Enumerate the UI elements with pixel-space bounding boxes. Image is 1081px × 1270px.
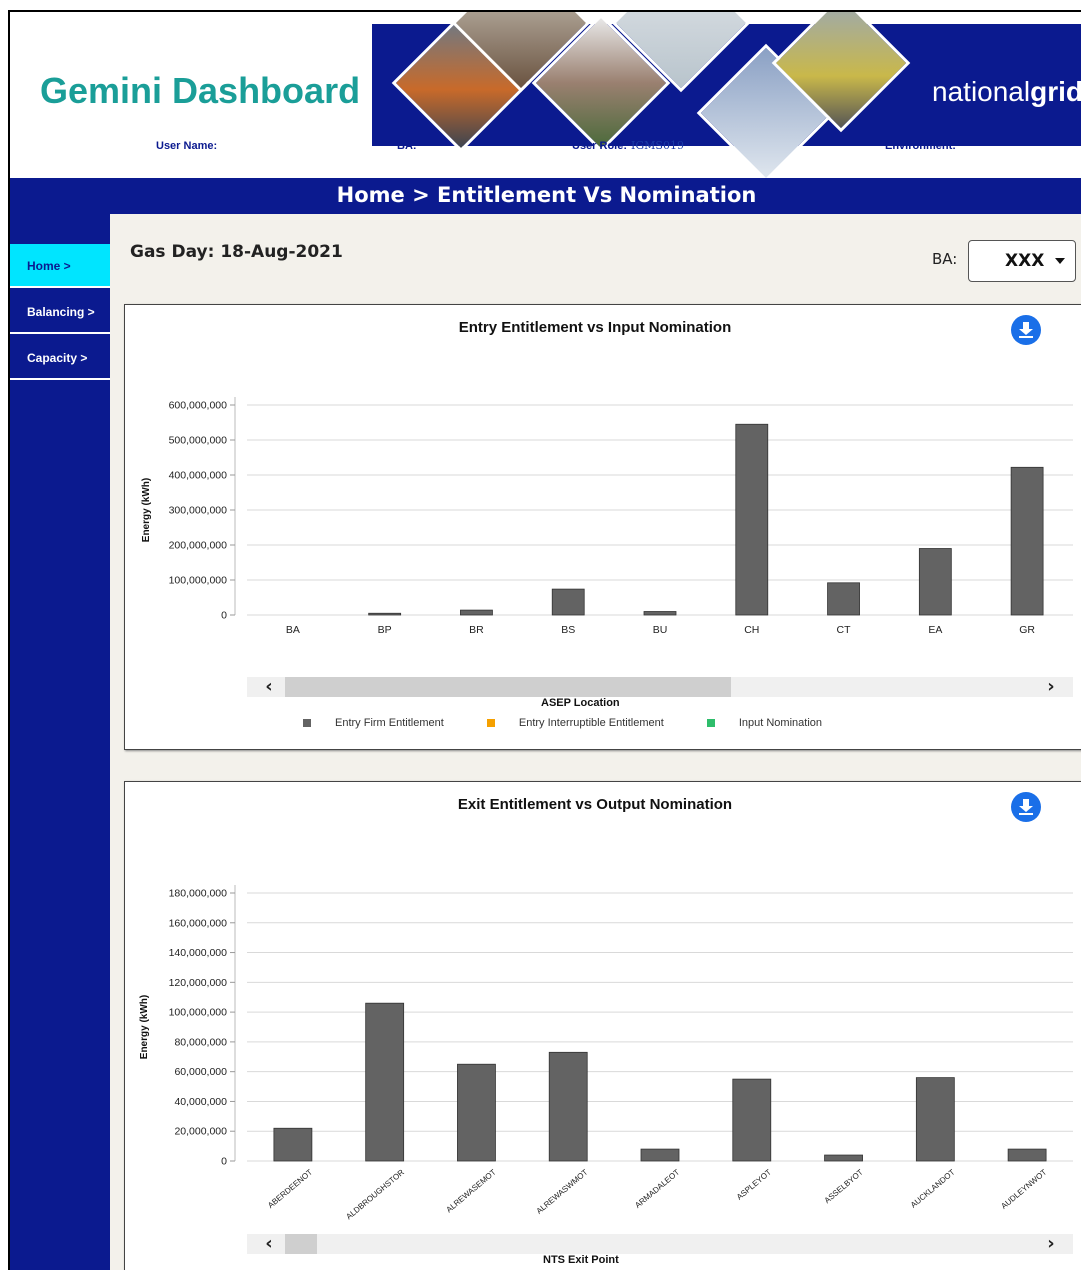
- bar: [548, 1051, 588, 1162]
- y-tick-label: 300,000,000: [169, 505, 228, 517]
- entry-chart-panel: Entry Entitlement vs Input Nomination 01…: [124, 304, 1081, 750]
- bar: [918, 548, 952, 616]
- y-tick-label: 180,000,000: [169, 888, 228, 900]
- bar: [643, 611, 677, 616]
- app-window: Gemini Dashboard nationalgrid User Name:…: [8, 10, 1081, 1270]
- scrollbar-thumb[interactable]: [285, 677, 731, 697]
- chevron-down-icon: [1055, 258, 1065, 264]
- user-name-info: User Name:: [156, 140, 218, 152]
- x-tick-label: ASPLEYOT: [735, 1168, 773, 1202]
- x-tick-label: BP: [378, 624, 392, 636]
- x-tick-label: EA: [928, 624, 942, 636]
- y-axis-title: Energy (kWh): [139, 995, 150, 1059]
- bar: [1010, 466, 1044, 616]
- entry-chart: 0 100,000,000 200,000,000 300,000,000 400,00…: [141, 397, 1073, 636]
- y-tick-label: 80,000,000: [174, 1036, 227, 1048]
- x-tick-label: CH: [744, 624, 759, 636]
- ba-dropdown[interactable]: XXX: [968, 240, 1076, 282]
- chart-legend: Entry Firm Entitlement Entry Interruptib…: [303, 717, 862, 729]
- bar: [365, 1002, 405, 1162]
- legend-swatch: [706, 719, 715, 728]
- x-tick-label: BS: [561, 624, 575, 636]
- x-axis-title: ASEP Location: [541, 697, 620, 709]
- sidebar-item-home[interactable]: Home >: [10, 244, 110, 288]
- x-tick-label: ARMADALEOT: [633, 1168, 681, 1210]
- x-tick-label: ASSELBYOT: [823, 1168, 865, 1206]
- legend-swatch: [486, 719, 495, 728]
- x-tick-label: ALDBROUGHSTOR: [344, 1168, 406, 1222]
- legend-item[interactable]: Input Nomination: [706, 717, 822, 729]
- y-tick-label: 100,000,000: [169, 575, 228, 587]
- y-tick-label: 600,000,000: [169, 400, 228, 412]
- scroll-left-icon[interactable]: ‹: [259, 1234, 279, 1254]
- y-tick-label: 140,000,000: [169, 947, 228, 959]
- sidebar-item-capacity[interactable]: Capacity >: [10, 336, 110, 380]
- bar: [1007, 1148, 1047, 1162]
- bar: [460, 609, 493, 616]
- x-tick-label: BU: [653, 624, 668, 636]
- x-tick-label: ALREWASEMOT: [444, 1168, 497, 1215]
- x-tick-label: BR: [469, 624, 484, 636]
- scroll-left-icon[interactable]: ‹: [259, 677, 279, 697]
- x-tick-label: GR: [1019, 624, 1035, 636]
- bar: [457, 1063, 496, 1162]
- y-tick-label: 100,000,000: [169, 1007, 228, 1019]
- y-tick-label: 0: [221, 1156, 227, 1168]
- bar: [368, 612, 402, 616]
- scrollbar-thumb[interactable]: [285, 1234, 317, 1254]
- bar: [824, 1154, 863, 1162]
- bar: [551, 588, 585, 616]
- x-tick-label: BA: [286, 624, 300, 636]
- ba-info: BA:: [397, 140, 417, 152]
- environment-info: Environment:: [885, 140, 956, 152]
- bar: [273, 1127, 313, 1162]
- bar: [735, 423, 769, 616]
- sidebar-item-balancing[interactable]: Balancing >: [10, 290, 110, 334]
- y-tick-label: 160,000,000: [169, 917, 228, 929]
- chart-scrollbar[interactable]: ‹ ›: [247, 677, 1073, 697]
- x-tick-label: AUCKLANDOT: [909, 1168, 957, 1210]
- chart-scrollbar[interactable]: ‹ ›: [247, 1234, 1073, 1254]
- bar: [640, 1148, 680, 1162]
- scroll-right-icon[interactable]: ›: [1041, 677, 1061, 697]
- bar: [732, 1078, 772, 1162]
- scroll-right-icon[interactable]: ›: [1041, 1234, 1061, 1254]
- sidebar: Home > Balancing > Capacity >: [10, 214, 110, 1270]
- y-tick-label: 400,000,000: [169, 470, 228, 482]
- x-tick-label: ALREWASWMOT: [535, 1168, 590, 1216]
- ba-select-label: BA:: [932, 250, 958, 268]
- y-axis-title: Energy (kWh): [141, 478, 152, 542]
- page-title: Home > Entitlement Vs Nomination: [10, 178, 1081, 214]
- legend-swatch: [303, 719, 311, 728]
- gas-day-label: Gas Day: 18-Aug-2021: [130, 242, 343, 262]
- y-tick-label: 0: [221, 610, 227, 622]
- y-tick-label: 500,000,000: [169, 435, 228, 447]
- y-tick-label: 20,000,000: [174, 1126, 227, 1138]
- x-tick-label: AUDLEYNWOT: [999, 1168, 1048, 1211]
- legend-item[interactable]: Entry Firm Entitlement: [303, 717, 444, 729]
- ba-selected-value: XXX: [1005, 251, 1045, 271]
- legend-item[interactable]: Entry Interruptible Entitlement: [486, 717, 664, 729]
- bar: [915, 1077, 955, 1162]
- y-tick-label: 40,000,000: [174, 1096, 227, 1108]
- x-tick-label: ABERDEENOT: [266, 1168, 314, 1210]
- exit-chart: 0 20,000,000 40,000,000 60,000,000 80,000,00…: [139, 885, 1073, 1222]
- nationalgrid-logo: nationalgrid: [932, 76, 1081, 107]
- app-title: Gemini Dashboard: [40, 70, 361, 111]
- bar: [827, 582, 860, 616]
- header-banner: nationalgrid: [372, 12, 1081, 183]
- user-role-info: User Role: IGMS019: [572, 139, 684, 152]
- y-tick-label: 60,000,000: [174, 1066, 227, 1078]
- x-tick-label: CT: [837, 624, 852, 636]
- x-axis-title: NTS Exit Point: [543, 1254, 619, 1266]
- y-tick-label: 200,000,000: [169, 540, 228, 552]
- exit-chart-panel: Exit Entitlement vs Output Nomination 02…: [124, 781, 1081, 1270]
- y-tick-label: 120,000,000: [169, 977, 228, 989]
- header: Gemini Dashboard nationalgrid User Name:…: [10, 12, 1081, 183]
